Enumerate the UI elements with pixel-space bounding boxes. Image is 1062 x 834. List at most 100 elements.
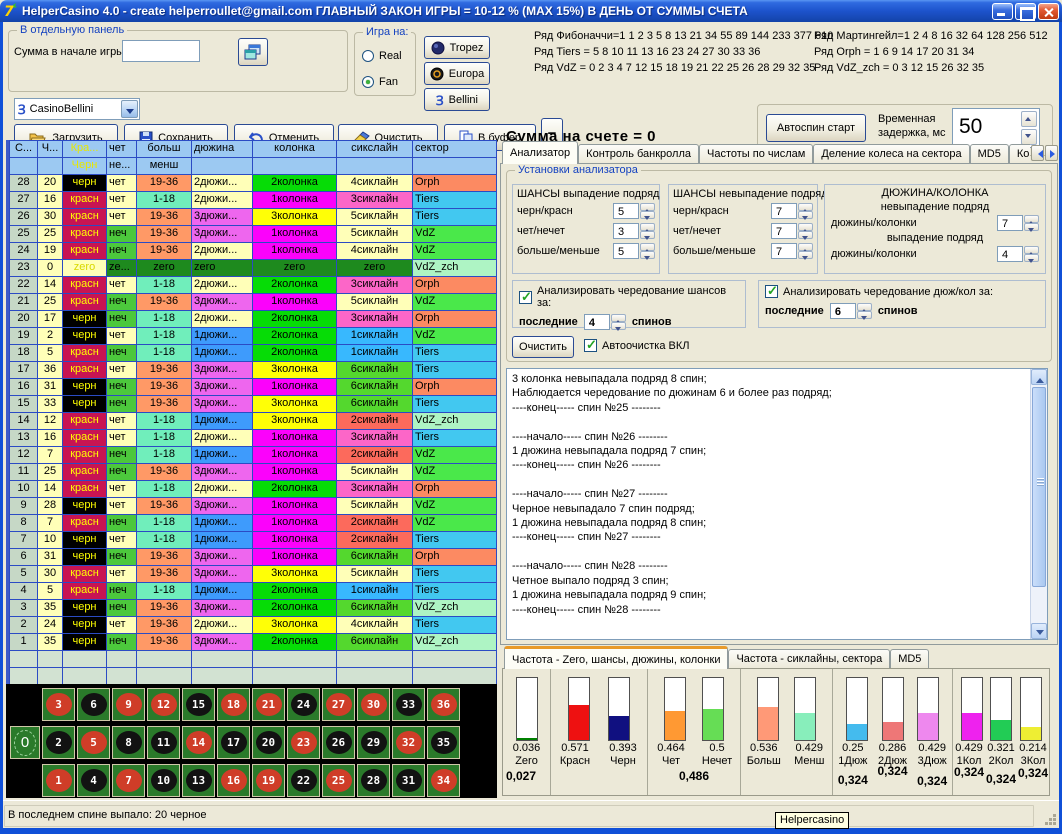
tab-main-1[interactable]: Контроль банкролла bbox=[578, 144, 699, 164]
tab-main-2[interactable]: Частоты по числам bbox=[699, 144, 813, 164]
tab-main-0[interactable]: Анализатор bbox=[502, 141, 578, 164]
high-low-miss-spinner[interactable]: 7 bbox=[771, 243, 813, 259]
roulette-number-4[interactable]: 4 bbox=[77, 764, 110, 797]
spinner-value[interactable]: 7 bbox=[997, 215, 1023, 231]
roulette-number-32[interactable]: 32 bbox=[392, 726, 425, 759]
chevron-down-icon[interactable] bbox=[121, 100, 138, 118]
column-header[interactable]: Ч... bbox=[38, 141, 63, 158]
spinner-up-icon[interactable] bbox=[857, 303, 872, 311]
roulette-number-7[interactable]: 7 bbox=[112, 764, 145, 797]
roulette-number-15[interactable]: 15 bbox=[182, 688, 215, 721]
roulette-number-35[interactable]: 35 bbox=[427, 726, 460, 759]
roulette-number-26[interactable]: 26 bbox=[322, 726, 355, 759]
minimize-button[interactable] bbox=[992, 3, 1013, 20]
spinner-down-icon[interactable] bbox=[1024, 254, 1039, 262]
spinner-up-icon[interactable] bbox=[611, 314, 626, 322]
roulette-number-0[interactable]: 0 bbox=[10, 726, 40, 759]
dozen-hit-spinner[interactable]: 4 bbox=[997, 246, 1039, 262]
spinner-value[interactable]: 3 bbox=[613, 223, 639, 239]
column-header[interactable]: дюжина bbox=[192, 141, 253, 158]
maximize-button[interactable] bbox=[1015, 3, 1036, 20]
autoclear-toggle[interactable]: Автоочистка ВКЛ bbox=[584, 339, 689, 352]
europa-button[interactable]: Europa bbox=[424, 62, 490, 85]
roulette-number-11[interactable]: 11 bbox=[147, 726, 180, 759]
roulette-number-17[interactable]: 17 bbox=[217, 726, 250, 759]
analyzer-log-text[interactable]: 3 колонка невыпадала подряд 8 спин; Набл… bbox=[507, 369, 1030, 639]
roulette-number-9[interactable]: 9 bbox=[112, 688, 145, 721]
roulette-number-24[interactable]: 24 bbox=[287, 688, 320, 721]
column-header[interactable]: чет bbox=[107, 141, 137, 158]
spinner-down-icon[interactable] bbox=[798, 231, 813, 239]
roulette-number-8[interactable]: 8 bbox=[112, 726, 145, 759]
roulette-number-31[interactable]: 31 bbox=[392, 764, 425, 797]
tab-chart-2[interactable]: MD5 bbox=[890, 649, 929, 669]
scroll-down-icon[interactable] bbox=[1031, 623, 1047, 639]
spinner-value[interactable]: 4 bbox=[997, 246, 1023, 262]
roulette-number-20[interactable]: 20 bbox=[252, 726, 285, 759]
chances-spins-spinner[interactable]: 4 bbox=[584, 314, 626, 330]
roulette-number-36[interactable]: 36 bbox=[427, 688, 460, 721]
spinner-down-icon[interactable] bbox=[611, 322, 626, 330]
spinner-down-icon[interactable] bbox=[640, 251, 655, 259]
high-low-hit-spinner[interactable]: 5 bbox=[613, 243, 655, 259]
roulette-number-3[interactable]: 3 bbox=[42, 688, 75, 721]
spinner-up-icon[interactable] bbox=[798, 203, 813, 211]
black-red-miss-spinner[interactable]: 7 bbox=[771, 203, 813, 219]
even-odd-miss-spinner[interactable]: 7 bbox=[771, 223, 813, 239]
roulette-number-23[interactable]: 23 bbox=[287, 726, 320, 759]
tab-scroll-left-icon[interactable] bbox=[1031, 145, 1044, 161]
spinner-up-icon[interactable] bbox=[640, 243, 655, 251]
column-header[interactable]: сикслайн bbox=[337, 141, 413, 158]
roulette-number-33[interactable]: 33 bbox=[392, 688, 425, 721]
casino-select[interactable]: Ɜ CasinoBellini bbox=[14, 98, 140, 120]
spinner-value[interactable]: 6 bbox=[830, 303, 856, 319]
roulette-number-30[interactable]: 30 bbox=[357, 688, 390, 721]
column-header[interactable]: Кра... bbox=[63, 141, 107, 158]
spinner-up-icon[interactable] bbox=[640, 223, 655, 231]
roulette-number-6[interactable]: 6 bbox=[77, 688, 110, 721]
tab-main-5[interactable]: Ко bbox=[1009, 144, 1030, 164]
spinner-value[interactable]: 5 bbox=[613, 203, 639, 219]
analyze-chances-checkbox[interactable] bbox=[519, 291, 532, 304]
spinner-up-icon[interactable] bbox=[1024, 215, 1039, 223]
tab-main-3[interactable]: Деление колеса на сектора bbox=[813, 144, 969, 164]
spinner-value[interactable]: 7 bbox=[771, 223, 797, 239]
tab-chart-1[interactable]: Частота - сиклайны, сектора bbox=[728, 649, 890, 669]
column-header[interactable]: колонка bbox=[253, 141, 337, 158]
spinner-up-icon[interactable] bbox=[798, 243, 813, 251]
radio-real[interactable]: Real bbox=[362, 50, 402, 62]
roulette-number-21[interactable]: 21 bbox=[252, 688, 285, 721]
spinner-down-icon[interactable] bbox=[798, 211, 813, 219]
spinner-down-icon[interactable] bbox=[798, 251, 813, 259]
roulette-number-19[interactable]: 19 bbox=[252, 764, 285, 797]
spinner-up-icon[interactable] bbox=[798, 223, 813, 231]
black-red-hit-spinner[interactable]: 5 bbox=[613, 203, 655, 219]
spinner-value[interactable]: 7 bbox=[771, 243, 797, 259]
roulette-number-18[interactable]: 18 bbox=[217, 688, 250, 721]
dozen-miss-spinner[interactable]: 7 bbox=[997, 215, 1039, 231]
roulette-number-1[interactable]: 1 bbox=[42, 764, 75, 797]
start-sum-input[interactable] bbox=[122, 40, 200, 62]
log-scrollbar[interactable] bbox=[1030, 369, 1047, 639]
roulette-number-34[interactable]: 34 bbox=[427, 764, 460, 797]
roulette-number-16[interactable]: 16 bbox=[217, 764, 250, 797]
column-header[interactable]: сектор bbox=[413, 141, 497, 158]
analyze-dozen-checkbox[interactable] bbox=[765, 285, 778, 298]
detach-panel-button[interactable] bbox=[238, 38, 268, 66]
tropez-button[interactable]: Tropez bbox=[424, 36, 490, 59]
roulette-number-2[interactable]: 2 bbox=[42, 726, 75, 759]
resize-grip[interactable] bbox=[1044, 813, 1056, 825]
radio-real-circle[interactable] bbox=[362, 50, 374, 62]
spinner-value[interactable]: 7 bbox=[771, 203, 797, 219]
autoclear-checkbox[interactable] bbox=[584, 339, 597, 352]
tab-chart-0[interactable]: Частота - Zero, шансы, дюжины, колонки bbox=[504, 646, 728, 669]
spinner-up-icon[interactable] bbox=[1021, 111, 1037, 127]
roulette-number-5[interactable]: 5 bbox=[77, 726, 110, 759]
close-button[interactable] bbox=[1038, 3, 1059, 20]
analyzer-clear-button[interactable]: Очистить bbox=[512, 336, 574, 358]
column-header[interactable]: С... bbox=[10, 141, 38, 158]
roulette-number-13[interactable]: 13 bbox=[182, 764, 215, 797]
spinner-down-icon[interactable] bbox=[640, 231, 655, 239]
column-header[interactable]: больш bbox=[137, 141, 192, 158]
spinner-down-icon[interactable] bbox=[857, 311, 872, 319]
